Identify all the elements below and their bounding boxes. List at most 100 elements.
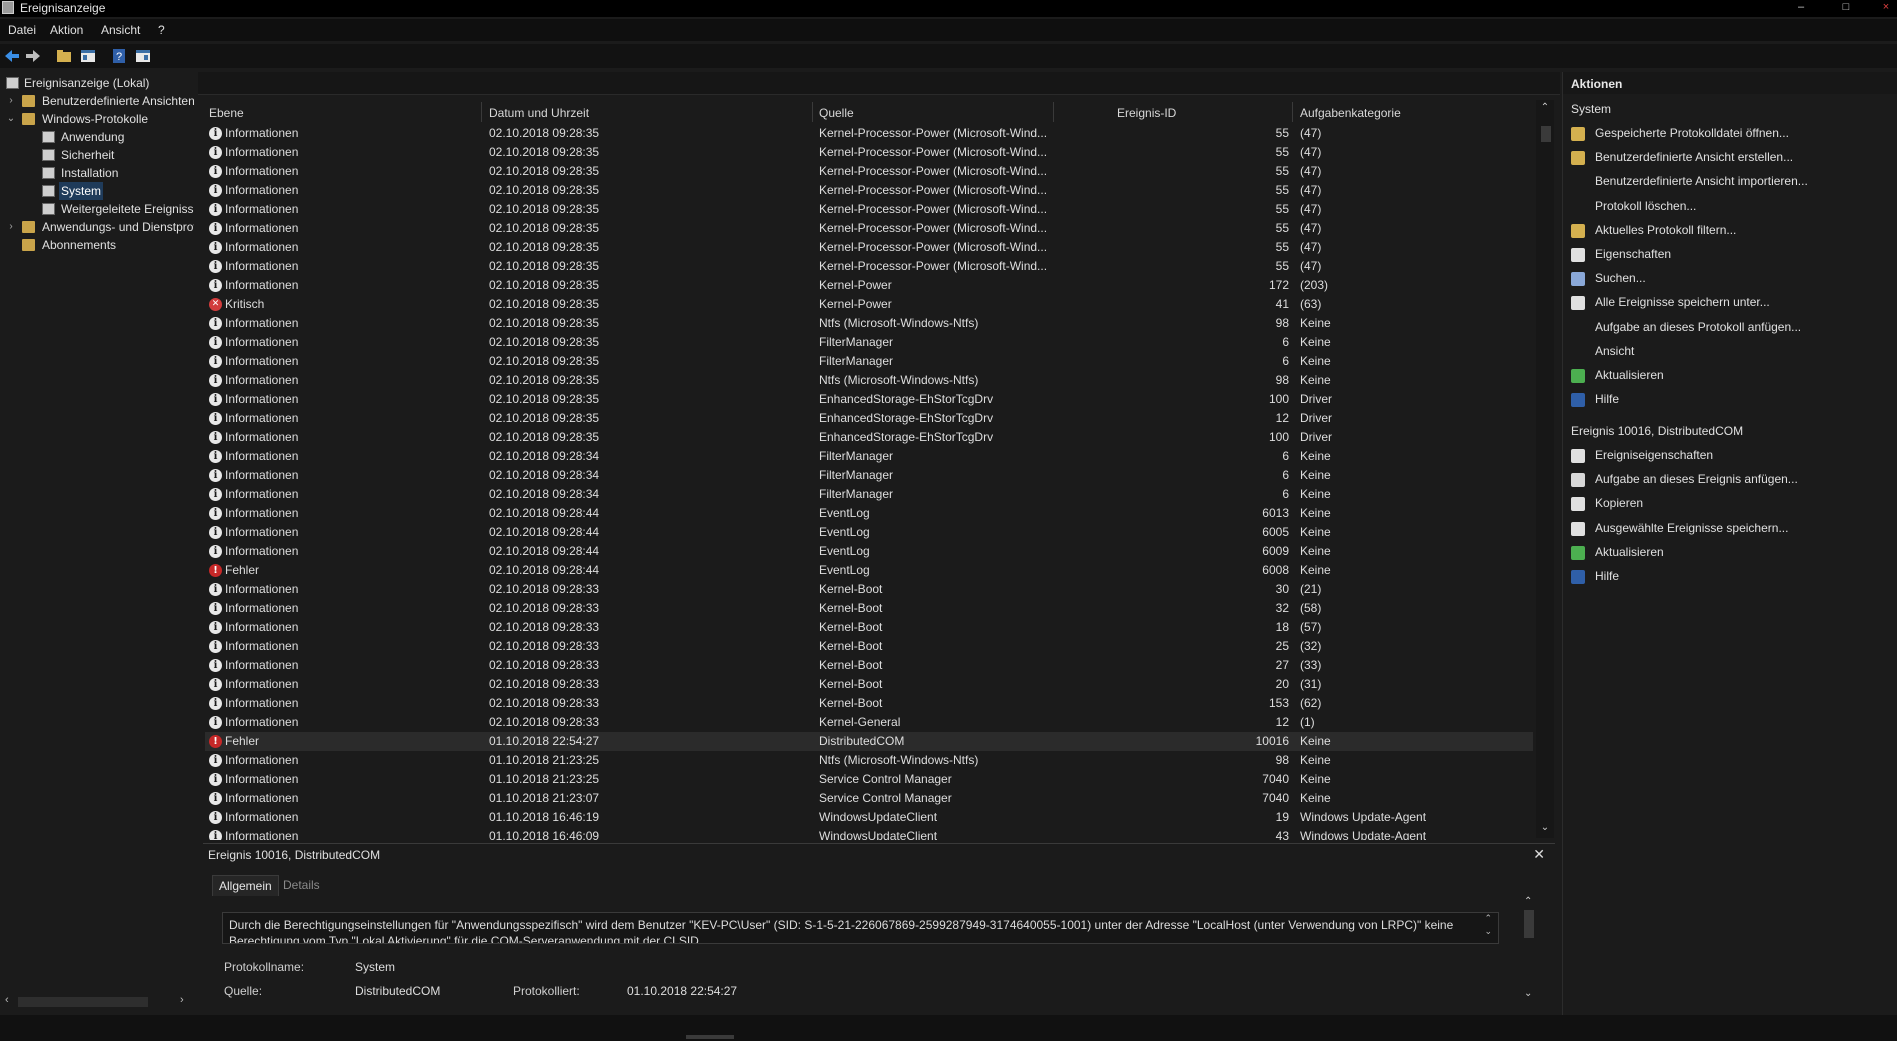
scroll-down-icon[interactable]: ⌄ [1536, 822, 1554, 833]
table-row[interactable]: i Informationen 02.10.2018 09:28:35 Enhance… [205, 428, 1533, 447]
action-item[interactable]: Ausgewählte Ereignisse speichern... [1595, 521, 1788, 535]
scroll-down-icon[interactable]: ⌄ [1524, 988, 1532, 999]
table-row[interactable]: i Informationen 02.10.2018 09:28:33 Kernel-… [205, 694, 1533, 713]
table-row[interactable]: i Informationen 02.10.2018 09:28:35 Kernel-… [205, 257, 1533, 276]
column-event-id[interactable]: Ereignis-ID [1117, 106, 1176, 120]
action-item[interactable]: Suchen... [1595, 271, 1646, 285]
table-row[interactable]: i Informationen 02.10.2018 09:28:35 Enhance… [205, 409, 1533, 428]
table-row[interactable]: i Informationen 01.10.2018 16:46:09 Windows… [205, 827, 1533, 840]
table-row[interactable]: i Informationen 02.10.2018 09:28:35 FilterM… [205, 352, 1533, 371]
tab-details[interactable]: Details [277, 875, 326, 895]
table-row[interactable]: i Informationen 01.10.2018 16:46:19 Windows… [205, 808, 1533, 827]
open-folder-icon[interactable] [55, 47, 73, 65]
scroll-up-icon[interactable]: ⌃ [1524, 896, 1532, 907]
tree-item-root[interactable]: Ereignisanzeige (Lokal) [4, 74, 194, 92]
table-row[interactable]: i Informationen 02.10.2018 09:28:35 Kernel-… [205, 276, 1533, 295]
column-task-category[interactable]: Aufgabenkategorie [1300, 106, 1401, 120]
menu-aktion[interactable]: Aktion [50, 23, 83, 37]
resize-grip[interactable] [686, 1035, 734, 1039]
action-item[interactable]: Alle Ereignisse speichern unter... [1595, 295, 1770, 309]
scrollbar-thumb[interactable] [18, 997, 148, 1007]
table-row[interactable]: i Informationen 02.10.2018 09:28:34 FilterM… [205, 485, 1533, 504]
table-row[interactable]: i Informationen 02.10.2018 09:28:35 Kernel-… [205, 162, 1533, 181]
forward-arrow-icon[interactable] [24, 47, 42, 65]
table-row[interactable]: i Informationen 02.10.2018 09:28:35 FilterM… [205, 333, 1533, 352]
action-item[interactable]: Ansicht [1595, 344, 1634, 358]
event-list-scrollbar[interactable]: ⌃ ⌄ [1536, 100, 1554, 838]
column-source[interactable]: Quelle [819, 106, 854, 120]
tree-horizontal-scrollbar[interactable]: ‹ › [0, 992, 196, 1012]
action-item[interactable]: Hilfe [1595, 392, 1619, 406]
table-row[interactable]: i Informationen 02.10.2018 09:28:35 Kernel-… [205, 124, 1533, 143]
table-row[interactable]: i Informationen 02.10.2018 09:28:33 Kernel-… [205, 618, 1533, 637]
event-description-box[interactable]: Durch die Berechtigungseinstellungen für… [222, 912, 1499, 944]
table-row[interactable]: ! Fehler 02.10.2018 09:28:44 EventLog 6008 Ke… [205, 561, 1533, 580]
tree-item-anwendung[interactable]: Anwendung [4, 128, 194, 146]
action-item[interactable]: Aktualisieren [1595, 368, 1664, 382]
column-separator[interactable] [1053, 102, 1054, 122]
table-row[interactable]: i Informationen 02.10.2018 09:28:35 Kernel-… [205, 219, 1533, 238]
table-row[interactable]: i Informationen 02.10.2018 09:28:44 EventLo… [205, 542, 1533, 561]
maximize-button[interactable]: □ [1832, 0, 1860, 17]
tree-item-system[interactable]: System [4, 182, 194, 200]
action-item[interactable]: Protokoll löschen... [1595, 199, 1696, 213]
scrollbar-thumb[interactable] [1541, 126, 1551, 142]
table-row[interactable]: ! Fehler 01.10.2018 22:54:27 DistributedCOM… [205, 732, 1533, 751]
scroll-down-icon[interactable]: ⌄ [1484, 926, 1492, 937]
table-row[interactable]: i Informationen 02.10.2018 09:28:33 Kernel-… [205, 675, 1533, 694]
table-row[interactable]: i Informationen 02.10.2018 09:28:35 Kernel-… [205, 181, 1533, 200]
action-item[interactable]: Benutzerdefinierte Ansicht importieren..… [1595, 174, 1808, 188]
action-item[interactable]: Aufgabe an dieses Protokoll anfügen... [1595, 320, 1801, 334]
menu-datei[interactable]: Datei [8, 23, 36, 37]
action-pane-icon[interactable] [134, 47, 152, 65]
table-row[interactable]: i Informationen 02.10.2018 09:28:44 EventLo… [205, 504, 1533, 523]
action-item[interactable]: Aktualisieren [1595, 545, 1664, 559]
table-row[interactable]: i Informationen 02.10.2018 09:28:33 Kernel-… [205, 599, 1533, 618]
actions-section-event[interactable]: Ereignis 10016, DistributedCOM [1571, 424, 1743, 438]
column-level[interactable]: Ebene [209, 106, 244, 120]
tree-item-installation[interactable]: Installation [4, 164, 194, 182]
action-item[interactable]: Eigenschaften [1595, 247, 1671, 261]
tab-allgemein[interactable]: Allgemein [212, 875, 279, 896]
actions-section-system[interactable]: System [1571, 102, 1611, 116]
table-row[interactable]: i Informationen 01.10.2018 21:23:07 Service… [205, 789, 1533, 808]
column-datetime[interactable]: Datum und Uhrzeit [489, 106, 589, 120]
action-item[interactable]: Benutzerdefinierte Ansicht erstellen... [1595, 150, 1793, 164]
action-item[interactable]: Aufgabe an dieses Ereignis anfügen... [1595, 472, 1798, 486]
scroll-up-icon[interactable]: ⌃ [1484, 913, 1492, 924]
table-row[interactable]: i Informationen 02.10.2018 09:28:33 Kernel-… [205, 713, 1533, 732]
tree-item-app-services[interactable]: › Anwendungs- und Dienstprotokolle [4, 218, 194, 236]
collapse-chevron-icon[interactable]: ⌄ [6, 110, 16, 128]
minimize-button[interactable]: – [1787, 0, 1815, 17]
column-separator[interactable] [481, 102, 482, 122]
action-item[interactable]: Ereigniseigenschaften [1595, 448, 1713, 462]
table-row[interactable]: i Informationen 02.10.2018 09:28:35 Enhance… [205, 390, 1533, 409]
action-item[interactable]: Gespeicherte Protokolldatei öffnen... [1595, 126, 1789, 140]
expand-chevron-icon[interactable]: › [6, 92, 16, 110]
table-row[interactable]: i Informationen 02.10.2018 09:28:34 FilterM… [205, 466, 1533, 485]
table-row[interactable]: i Informationen 02.10.2018 09:28:35 Kernel-… [205, 200, 1533, 219]
help-icon[interactable]: ? [110, 47, 128, 65]
table-row[interactable]: ✕ Kritisch 02.10.2018 09:28:35 Kernel-Power… [205, 295, 1533, 314]
tree-item-custom-views[interactable]: › Benutzerdefinierte Ansichten [4, 92, 194, 110]
table-row[interactable]: i Informationen 02.10.2018 09:28:44 EventLo… [205, 523, 1533, 542]
scrollbar-thumb[interactable] [1524, 910, 1534, 938]
scroll-left-icon[interactable]: ‹ [5, 994, 9, 1006]
menu-help[interactable]: ? [158, 23, 165, 37]
table-row[interactable]: i Informationen 01.10.2018 21:23:25 Ntfs (M… [205, 751, 1533, 770]
menu-ansicht[interactable]: Ansicht [101, 23, 140, 37]
tree-item-subscriptions[interactable]: Abonnements [4, 236, 194, 254]
scroll-right-icon[interactable]: › [180, 994, 184, 1006]
table-row[interactable]: i Informationen 02.10.2018 09:28:33 Kernel-… [205, 580, 1533, 599]
action-item[interactable]: Hilfe [1595, 569, 1619, 583]
table-row[interactable]: i Informationen 02.10.2018 09:28:35 Ntfs (M… [205, 314, 1533, 333]
table-row[interactable]: i Informationen 02.10.2018 09:28:35 Ntfs (M… [205, 371, 1533, 390]
table-row[interactable]: i Informationen 01.10.2018 21:23:25 Service… [205, 770, 1533, 789]
table-row[interactable]: i Informationen 02.10.2018 09:28:33 Kernel-… [205, 656, 1533, 675]
tree-item-sicherheit[interactable]: Sicherheit [4, 146, 194, 164]
column-separator[interactable] [1292, 102, 1293, 122]
detail-scrollbar[interactable]: ⌃ ⌄ [1521, 896, 1537, 1004]
expand-chevron-icon[interactable]: › [6, 218, 16, 236]
close-button[interactable]: × [1872, 0, 1897, 17]
console-tree-icon[interactable] [79, 47, 97, 65]
